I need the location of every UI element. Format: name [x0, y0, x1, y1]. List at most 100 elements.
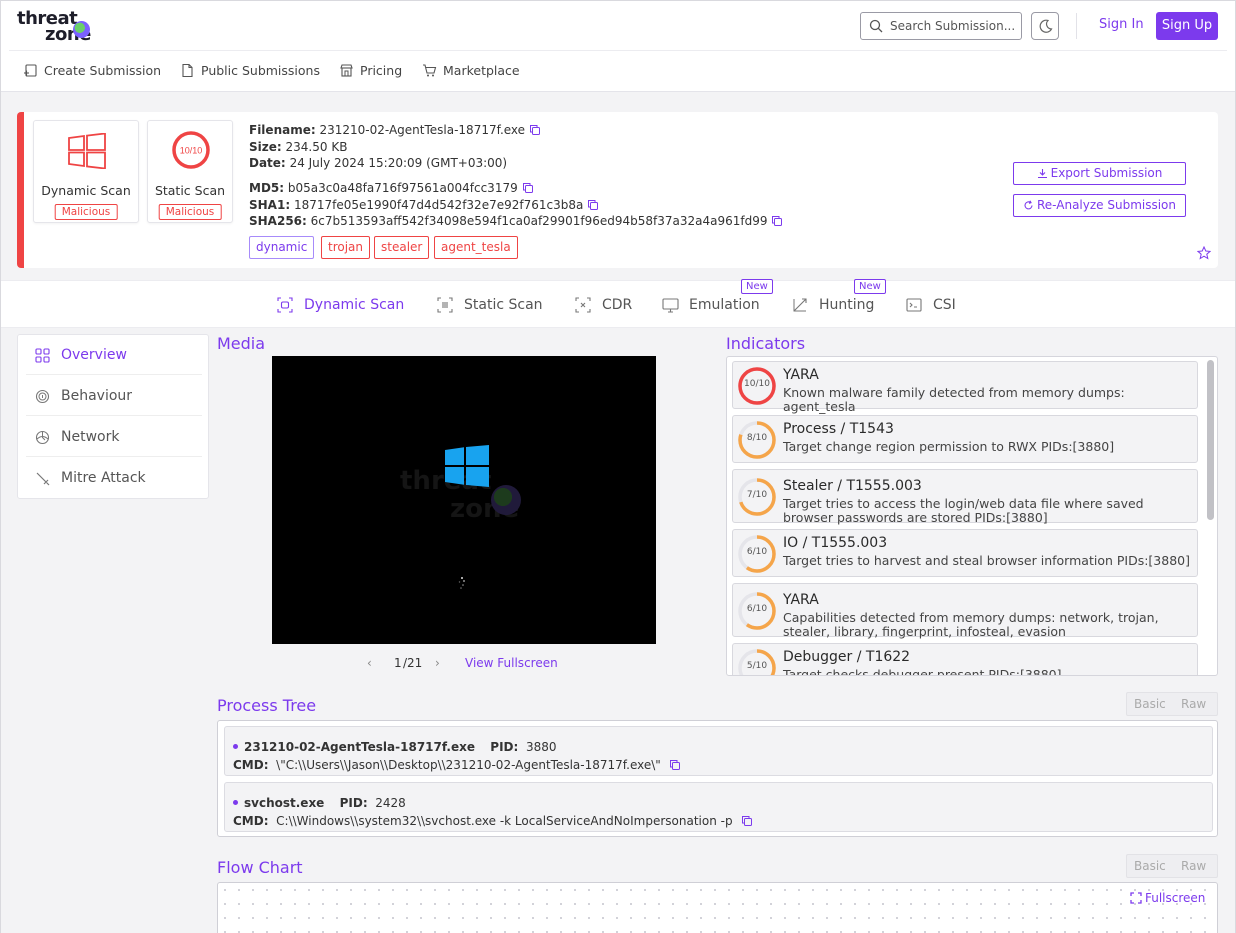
document-icon: [182, 63, 193, 78]
date-label: Date:: [249, 156, 286, 170]
cmd-value: \"C:\\Users\\Jason\\Desktop\\231210-02-A…: [276, 758, 661, 772]
filename-value: 231210-02-AgentTesla-18717f.exe: [319, 123, 526, 137]
windows-icon: [68, 133, 106, 169]
copy-icon[interactable]: [522, 182, 534, 194]
flow-chart-canvas[interactable]: [217, 882, 1218, 933]
sha1-value: 18717fe05e1990f47d4d542f32e7e92f761c3b8a: [293, 197, 584, 212]
sidebar-item-overview[interactable]: Overview: [26, 335, 202, 375]
tag-stealer[interactable]: stealer: [374, 236, 430, 259]
date-row: Date: 24 July 2024 15:20:09 (GMT+03:00): [249, 155, 507, 172]
static-scan-card[interactable]: 10/10 Static Scan Malicious: [147, 120, 233, 223]
score-ring-icon: 6/10: [737, 534, 777, 574]
static-score: 10/10: [180, 146, 203, 156]
page-current: 1: [394, 656, 402, 670]
create-submission-icon: [24, 64, 37, 77]
search-input[interactable]: Search Submission...: [860, 12, 1022, 40]
prev-arrow-icon[interactable]: ‹: [367, 656, 372, 670]
expand-icon: [1130, 892, 1142, 904]
sidebar-label: Overview: [61, 347, 127, 363]
cmd-label: CMD:: [233, 758, 269, 772]
dynamic-scan-title: Dynamic Scan: [41, 183, 131, 198]
static-scan-title: Static Scan: [154, 183, 226, 198]
sign-in-link[interactable]: Sign In: [1099, 17, 1144, 32]
new-badge: New: [741, 279, 773, 294]
next-arrow-icon[interactable]: ›: [435, 656, 440, 670]
indicator-item[interactable]: 7/10 Stealer / T1555.003 Target tries to a…: [732, 469, 1198, 525]
sha1-label: SHA1:: [249, 197, 291, 212]
indicator-score: 5/10: [746, 661, 768, 671]
scrollbar[interactable]: [1207, 360, 1214, 520]
copy-icon[interactable]: [669, 759, 681, 771]
nav-label: Create Submission: [44, 63, 162, 78]
view-fullscreen-link[interactable]: View Fullscreen: [465, 656, 558, 670]
media-screenshot[interactable]: threat zone: [272, 356, 656, 644]
tag-trojan[interactable]: trojan: [321, 236, 371, 259]
process-tree: 231210-02-AgentTesla-18717f.exe PID: 388…: [217, 720, 1218, 837]
indicator-description: Target tries to harvest and steal browse…: [783, 553, 1190, 568]
date-value: 24 July 2024 15:20:09 (GMT+03:00): [289, 156, 508, 170]
sha1-row: SHA1: 18717fe05e1990f47d4d542f32e7e92f76…: [249, 197, 599, 214]
raw-toggle[interactable]: Raw: [1181, 697, 1206, 711]
sword-icon: [36, 472, 50, 486]
verdict-stripe: [17, 112, 24, 268]
indicator-title: YARA: [783, 592, 819, 608]
copy-icon[interactable]: [771, 215, 783, 227]
reanalyze-label: Re-Analyze Submission: [1037, 198, 1176, 212]
process-node[interactable]: svchost.exe PID: 2428 CMD: C:\\Windows\\…: [224, 782, 1213, 832]
new-badge: New: [854, 279, 886, 294]
export-submission-button[interactable]: Export Submission: [1013, 162, 1186, 185]
indicator-title: YARA: [783, 367, 819, 383]
indicators-list: 10/10 YARA Known malware family detected f…: [726, 356, 1218, 676]
reanalyze-submission-button[interactable]: Re-Analyze Submission: [1013, 194, 1186, 217]
process-name: 231210-02-AgentTesla-18717f.exe: [244, 740, 476, 754]
indicator-title: IO / T1555.003: [783, 535, 888, 551]
sha256-value: 6c7b513593aff542f34098e594f1ca0af29901f9…: [310, 214, 768, 228]
sign-up-button[interactable]: Sign Up: [1156, 12, 1218, 40]
sidebar-item-mitre-attack[interactable]: Mitre Attack: [26, 458, 202, 498]
indicator-item[interactable]: 5/10 Debugger / T1622 Target checks debugg…: [732, 643, 1198, 675]
indicator-title: Debugger / T1622: [783, 649, 911, 665]
process-node[interactable]: 231210-02-AgentTesla-18717f.exe PID: 388…: [224, 726, 1213, 776]
score-ring-icon: 7/10: [737, 477, 777, 517]
export-label: Export Submission: [1050, 166, 1163, 180]
md5-row: MD5: b05a3c0a48fa716f97561a004fcc3179: [249, 180, 534, 197]
globe-icon: [73, 21, 90, 38]
basic-toggle[interactable]: Basic: [1134, 859, 1166, 873]
score-ring-icon: 10/10: [737, 366, 777, 406]
store-icon: [340, 64, 353, 77]
pid-value: 3880: [525, 740, 557, 754]
indicator-title: Stealer / T1555.003: [783, 478, 922, 494]
indicator-item[interactable]: 8/10 Process / T1543 Target change region …: [732, 415, 1198, 463]
star-icon[interactable]: [1197, 246, 1211, 260]
bullet-icon: [233, 744, 238, 749]
tag-dynamic[interactable]: dynamic: [249, 236, 315, 259]
indicator-score: 6/10: [746, 547, 768, 557]
tab-label: Emulation: [689, 297, 760, 313]
fullscreen-button[interactable]: Fullscreen: [1130, 891, 1205, 905]
theme-toggle-button[interactable]: [1031, 12, 1059, 40]
code-scan-icon: [437, 297, 453, 313]
brand-logo[interactable]: threat zone: [17, 8, 107, 45]
sidebar-label: Mitre Attack: [61, 470, 146, 486]
dynamic-scan-card[interactable]: Dynamic Scan Malicious: [33, 120, 139, 223]
indicator-item[interactable]: 6/10 IO / T1555.003 Target tries to harves…: [732, 529, 1198, 577]
fullscreen-label: Fullscreen: [1145, 891, 1206, 905]
basic-toggle[interactable]: Basic: [1134, 697, 1166, 711]
sidebar-item-network[interactable]: Network: [26, 417, 202, 457]
tab-label: CDR: [602, 297, 633, 313]
pid-value: 2428: [375, 796, 406, 810]
sidebar-item-behaviour[interactable]: Behaviour: [26, 376, 202, 416]
copy-icon[interactable]: [587, 199, 599, 211]
md5-label: MD5:: [249, 181, 285, 195]
header: threat zone Search Submission... Sign In…: [1, 1, 1235, 92]
watermark-globe-icon: [491, 485, 521, 515]
indicator-item[interactable]: 10/10 YARA Known malware family detected f…: [732, 361, 1198, 414]
indicator-item[interactable]: 6/10 YARA Capabilities detected from memor…: [732, 583, 1198, 639]
pid-label: PID:: [339, 796, 368, 810]
copy-icon[interactable]: [741, 815, 753, 827]
tag-agent-tesla[interactable]: agent_tesla: [434, 236, 518, 259]
score-ring-icon: 6/10: [737, 591, 777, 631]
page-total: /21: [403, 656, 423, 670]
raw-toggle[interactable]: Raw: [1181, 859, 1206, 873]
copy-icon[interactable]: [529, 124, 541, 136]
